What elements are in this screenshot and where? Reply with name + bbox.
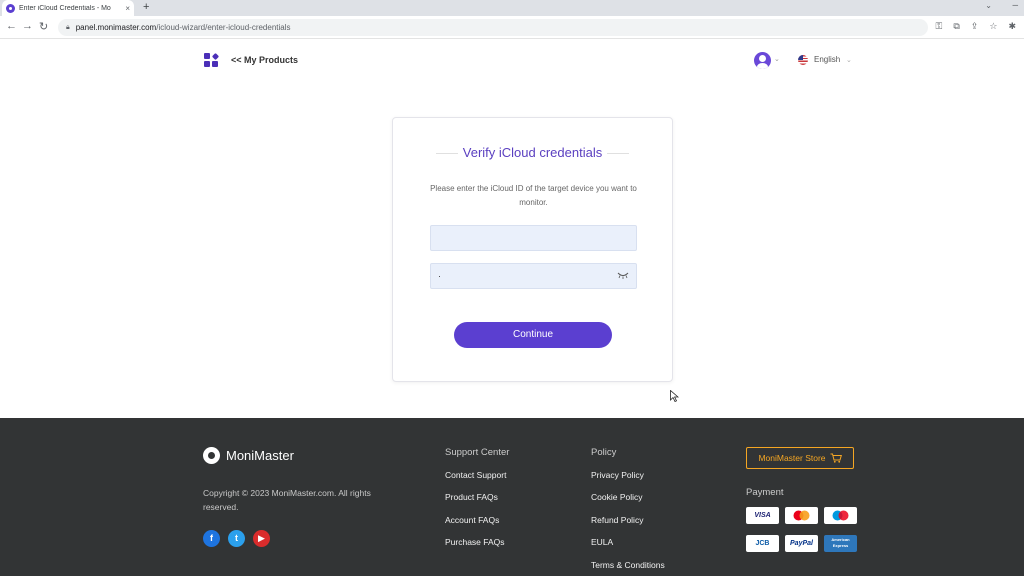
store-button[interactable]: MoniMaster Store (746, 447, 854, 469)
chevron-down-icon[interactable]: ⌄ (846, 56, 852, 64)
key-icon[interactable]: ⚿ (936, 21, 943, 32)
window-minimize-icon[interactable]: – (1012, 0, 1018, 11)
mastercard-logo (785, 507, 818, 524)
store-button-label: MoniMaster Store (758, 453, 826, 463)
tab-close-icon[interactable]: × (125, 4, 130, 13)
facebook-icon[interactable]: f (203, 530, 220, 547)
visa-logo: VISA (746, 507, 779, 524)
copyright-text: Copyright © 2023 MoniMaster.com. All rig… (203, 488, 371, 512)
site-footer: MoniMaster Copyright © 2023 MoniMaster.c… (0, 418, 1024, 576)
terms-conditions-link[interactable]: Terms & Conditions (591, 560, 665, 570)
my-products-link[interactable]: << My Products (231, 55, 298, 65)
monimaster-logo-icon (203, 447, 220, 464)
translate-icon[interactable]: ⧉ (953, 21, 959, 32)
tab-search-chevron-icon[interactable]: ⌄ (985, 1, 992, 10)
url-path: /icloud-wizard/enter-icloud-credentials (156, 23, 291, 32)
avatar-icon[interactable] (754, 52, 771, 69)
refund-policy-link[interactable]: Refund Policy (591, 515, 643, 525)
lock-icon: 🔒︎ (66, 23, 70, 31)
support-center-title: Support Center (445, 447, 510, 458)
url-host: panel.monimaster.com (75, 23, 157, 32)
card-description: Please enter the iCloud ID of the target… (430, 184, 637, 207)
card-title: Verify iCloud credentials (393, 145, 672, 160)
contact-support-link[interactable]: Contact Support (445, 470, 506, 480)
reload-icon[interactable]: ↻ (39, 20, 48, 33)
footer-brand-name: MoniMaster (226, 448, 294, 463)
credentials-card: Verify iCloud credentials Please enter t… (392, 117, 673, 382)
eula-link[interactable]: EULA (591, 537, 613, 547)
extensions-icon[interactable]: ✱ (1008, 21, 1016, 32)
payment-title: Payment (746, 487, 784, 498)
language-selector[interactable]: English (814, 55, 840, 64)
icloud-password-input[interactable] (430, 263, 637, 289)
browser-tab-active[interactable]: Enter iCloud Credentials - Mo × (2, 0, 134, 16)
us-flag-icon (798, 55, 808, 65)
amex-logo: American Express (824, 535, 857, 552)
cookie-policy-link[interactable]: Cookie Policy (591, 492, 643, 502)
tab-title: Enter iCloud Credentials - Mo (19, 4, 111, 12)
toolbar-icons: ⚿ ⧉ ⇪ ☆ ✱ (936, 21, 1016, 32)
account-faqs-link[interactable]: Account FAQs (445, 515, 499, 525)
new-tab-button[interactable]: + (143, 1, 149, 13)
browser-toolbar: ← → ↻ 🔒︎ panel.monimaster.com/icloud-wiz… (0, 16, 1024, 39)
icloud-id-input[interactable] (430, 225, 637, 251)
privacy-policy-link[interactable]: Privacy Policy (591, 470, 644, 480)
policy-title: Policy (591, 447, 617, 458)
chevron-down-icon[interactable]: ⌄ (774, 55, 780, 63)
product-faqs-link[interactable]: Product FAQs (445, 492, 498, 502)
twitter-icon[interactable]: t (228, 530, 245, 547)
youtube-icon[interactable]: ▶ (253, 530, 270, 547)
paypal-logo: PayPal (785, 535, 818, 552)
share-icon[interactable]: ⇪ (971, 21, 979, 32)
address-bar[interactable]: 🔒︎ panel.monimaster.com/icloud-wizard/en… (58, 19, 928, 36)
maestro-logo (824, 507, 857, 524)
mouse-cursor-icon (670, 390, 679, 402)
back-arrow-icon[interactable]: ← (6, 20, 17, 32)
jcb-logo: JCB (746, 535, 779, 552)
continue-button[interactable]: Continue (454, 322, 612, 348)
cart-icon (830, 453, 842, 463)
monimaster-favicon-icon (6, 3, 15, 13)
social-links: f t ▶ (203, 530, 270, 547)
forward-arrow-icon[interactable]: → (22, 20, 33, 32)
browser-tabstrip: Enter iCloud Credentials - Mo × + ⌄ – (0, 0, 1024, 16)
grid-icon[interactable] (204, 52, 220, 68)
eye-closed-icon[interactable] (617, 271, 629, 279)
purchase-faqs-link[interactable]: Purchase FAQs (445, 537, 505, 547)
star-icon[interactable]: ☆ (989, 21, 997, 32)
footer-logo[interactable]: MoniMaster (203, 447, 294, 464)
